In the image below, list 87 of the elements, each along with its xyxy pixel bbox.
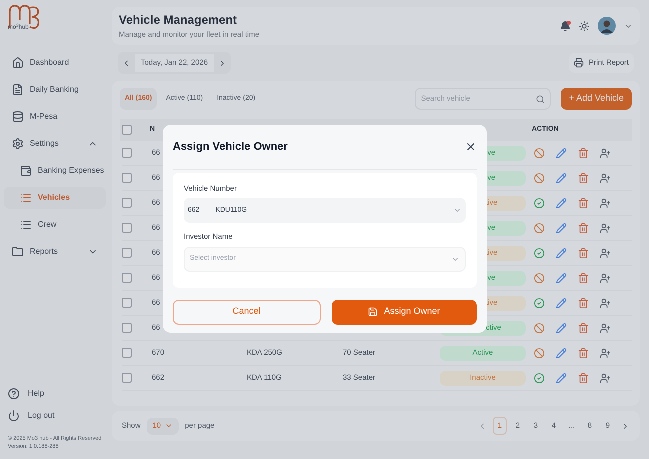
sidebar-item[interactable]: Dashboard (4, 52, 106, 74)
edit-icon[interactable] (556, 322, 567, 334)
assign-owner-icon[interactable] (600, 172, 611, 184)
house-icon (12, 57, 24, 69)
sidebar-item[interactable]: Daily Banking (4, 79, 106, 101)
chevron-down-icon (165, 422, 174, 430)
row-checkbox[interactable] (122, 248, 132, 258)
assign-owner-icon[interactable] (600, 222, 611, 234)
sidebar-item[interactable]: Settings (4, 133, 106, 155)
row-checkbox[interactable] (122, 223, 132, 233)
assign-owner-icon[interactable] (600, 298, 611, 308)
wallet-icon (20, 165, 32, 177)
edit-icon[interactable] (556, 222, 567, 234)
deactivate-icon[interactable] (534, 322, 545, 334)
sidebar-item[interactable]: Vehicles (4, 187, 106, 209)
row-checkbox[interactable] (122, 298, 132, 308)
close-icon[interactable] (465, 141, 477, 153)
delete-icon[interactable] (578, 372, 589, 384)
edit-icon[interactable] (556, 248, 567, 258)
delete-icon[interactable] (578, 172, 589, 184)
edit-icon[interactable] (556, 372, 567, 384)
assign-owner-icon[interactable] (600, 372, 611, 384)
row-checkbox[interactable] (122, 273, 132, 283)
select-all-checkbox[interactable] (122, 125, 132, 135)
row-checkbox[interactable] (122, 323, 132, 333)
sidebar-item[interactable]: Reports (4, 241, 106, 263)
delete-icon[interactable] (578, 222, 589, 234)
save-icon (368, 307, 378, 317)
deactivate-icon[interactable] (534, 172, 545, 184)
power-icon (8, 410, 20, 422)
row-checkbox[interactable] (122, 198, 132, 208)
sidebar-item[interactable]: M-Pesa (4, 106, 106, 128)
edit-icon[interactable] (556, 148, 567, 158)
edit-icon[interactable] (556, 298, 567, 308)
search-icon (536, 94, 546, 104)
add-vehicle-button[interactable]: + Add Vehicle (561, 88, 632, 110)
deactivate-icon[interactable] (534, 222, 545, 234)
dialog-title: Assign Vehicle Owner (173, 140, 288, 155)
assign-owner-button[interactable]: Assign Owner (332, 300, 477, 324)
assign-owner-icon[interactable] (600, 322, 611, 334)
activate-icon[interactable] (534, 248, 545, 258)
assign-owner-icon[interactable] (600, 248, 611, 258)
page-title: Vehicle Management (119, 12, 238, 30)
delete-icon[interactable] (578, 248, 589, 258)
assign-owner-icon[interactable] (600, 198, 611, 208)
printer-icon (574, 58, 584, 68)
deactivate-icon[interactable] (534, 272, 545, 284)
edit-icon[interactable] (556, 348, 567, 358)
row-checkbox[interactable] (122, 373, 132, 383)
edit-icon[interactable] (556, 198, 567, 208)
previous-page-icon[interactable] (478, 422, 487, 430)
delete-icon[interactable] (578, 198, 589, 208)
cancel-button[interactable]: Cancel (173, 300, 320, 324)
logo-icon (8, 4, 42, 30)
activate-icon[interactable] (534, 372, 545, 384)
assign-owner-icon[interactable] (600, 272, 611, 284)
row-checkbox[interactable] (122, 148, 132, 158)
sidebar-item[interactable]: Help (4, 382, 106, 404)
help-icon (8, 388, 20, 400)
sidebar-item[interactable]: Banking Expenses (4, 160, 106, 182)
activate-icon[interactable] (534, 198, 545, 208)
sidebar-item[interactable]: Log out (4, 404, 106, 426)
next-page-icon[interactable] (621, 422, 630, 430)
notification-icon[interactable] (560, 20, 571, 32)
document-icon (12, 84, 24, 96)
avatar-icon[interactable] (598, 17, 616, 35)
row-checkbox[interactable] (122, 173, 132, 183)
previous-day-icon[interactable] (122, 58, 131, 68)
deactivate-icon[interactable] (534, 348, 545, 358)
activate-icon[interactable] (534, 298, 545, 308)
delete-icon[interactable] (578, 272, 589, 284)
delete-icon[interactable] (578, 322, 589, 334)
database-icon (12, 111, 24, 123)
delete-icon[interactable] (578, 298, 589, 308)
delete-icon[interactable] (578, 348, 589, 358)
assign-owner-icon[interactable] (600, 148, 611, 158)
edit-icon[interactable] (556, 272, 567, 284)
next-day-icon[interactable] (218, 58, 227, 68)
assign-owner-icon[interactable] (600, 348, 611, 358)
deactivate-icon[interactable] (534, 148, 545, 158)
sidebar-item[interactable]: Crew (4, 214, 106, 236)
settings-icon (12, 138, 24, 150)
theme-icon[interactable] (579, 20, 590, 32)
folder-icon (12, 246, 24, 258)
row-checkbox[interactable] (122, 348, 132, 358)
edit-icon[interactable] (556, 172, 567, 184)
delete-icon[interactable] (578, 148, 589, 158)
